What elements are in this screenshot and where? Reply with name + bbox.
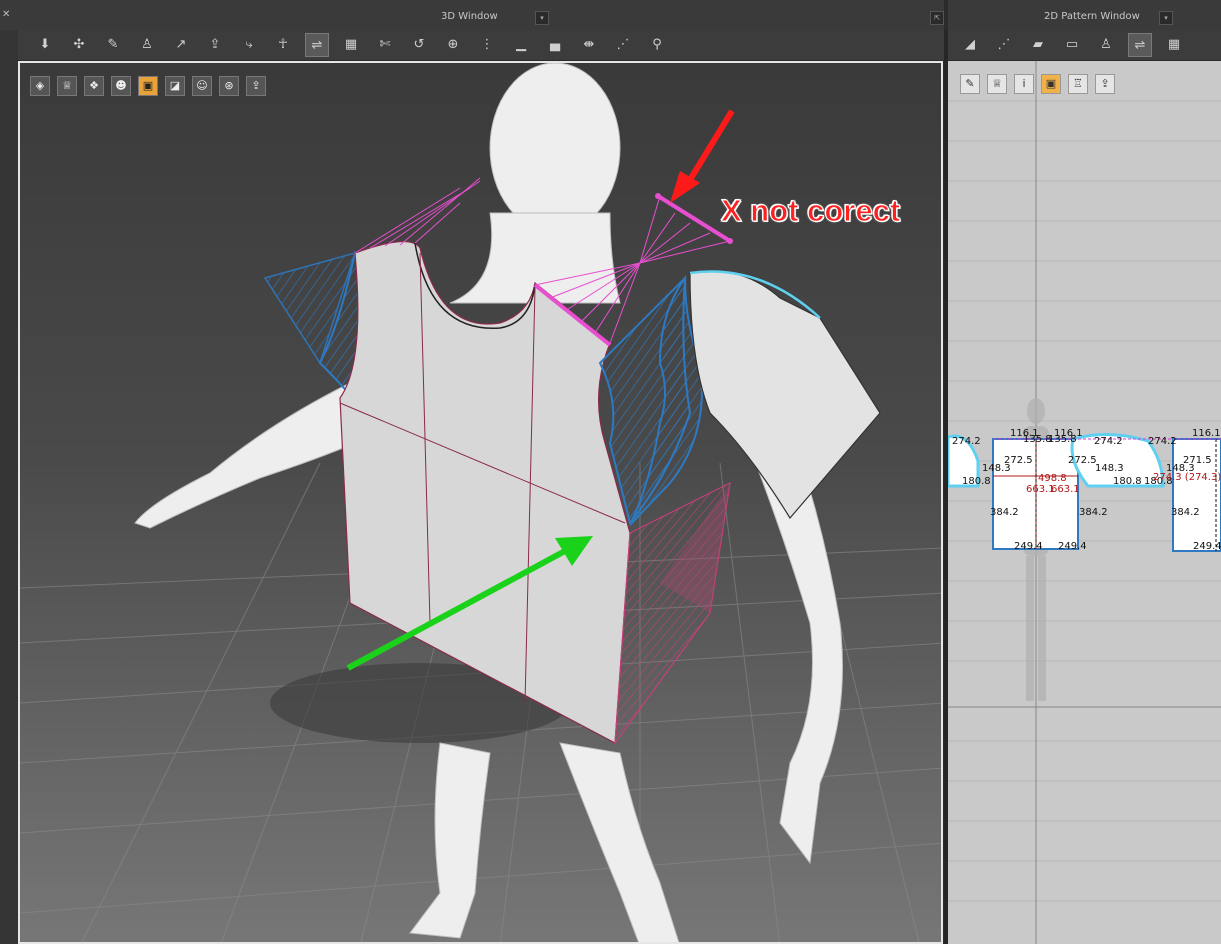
export-view-icon-2d[interactable]: ⇪ xyxy=(1095,74,1115,94)
window-title-3d: 3D Window xyxy=(441,11,498,22)
annotation-label: X not corect xyxy=(720,193,901,229)
strap-icon[interactable]: ↺ xyxy=(407,33,431,57)
pattern-measurement: 271.5 xyxy=(1183,455,1212,466)
pleat-icon[interactable]: ⋰ xyxy=(611,33,635,57)
particle-view-icon[interactable]: ❖ xyxy=(84,76,104,96)
viewport-3d[interactable]: ◈ ♕ ❖ ☻ ▣ ◪ ☺ ⊛ ⇪ X not corect xyxy=(18,61,943,944)
zipper-icon[interactable]: ⋮ xyxy=(475,33,499,57)
titlebar-3d-window: ✕ 3D Window ▾ ⇱ xyxy=(0,0,944,31)
needle-view-icon[interactable]: ✎ xyxy=(960,74,980,94)
close-icon[interactable]: ✕ xyxy=(2,9,10,20)
pin-icon[interactable]: ✎ xyxy=(101,33,125,57)
pattern-measurement: 180.8 xyxy=(962,476,991,487)
toolbar-2d: ◢ ⋰ ▰ ▭ ♙ ⇌ ▦ xyxy=(948,30,1221,60)
shirt-view-icon[interactable]: ♕ xyxy=(987,74,1007,94)
measure-icon[interactable]: ↗ xyxy=(169,33,193,57)
polygon-icon[interactable]: ▭ xyxy=(1060,33,1084,57)
pattern-measurement: 274.2 xyxy=(1148,436,1177,447)
skin-view-icon[interactable]: ☺ xyxy=(192,76,212,96)
fold-icon[interactable]: ⇪ xyxy=(203,33,227,57)
pattern-measurement: 274.2 xyxy=(952,436,981,447)
topstitch-icon[interactable]: ▁ xyxy=(509,33,533,57)
pattern-measurement: 384.2 xyxy=(1079,507,1108,518)
pattern-measurement: 274.3 (274.3) xyxy=(1153,472,1221,483)
edit-seam-icon[interactable]: ✄ xyxy=(373,33,397,57)
chevron-down-icon[interactable]: ▾ xyxy=(1159,11,1173,25)
pattern-canvas xyxy=(948,61,1221,944)
pattern-measurement: 180.8 xyxy=(1113,476,1142,487)
avatar-view-icon[interactable]: ☻ xyxy=(111,76,131,96)
pattern-measurement: 384.2 xyxy=(1171,507,1200,518)
texture-view-icon[interactable]: ◈ xyxy=(30,76,50,96)
fabric-color-view-icon[interactable]: ▣ xyxy=(1041,74,1061,94)
garment-select-icon[interactable]: ♙ xyxy=(135,33,159,57)
pose-icon[interactable]: ⚲ xyxy=(645,33,669,57)
left-side-panel xyxy=(0,30,19,944)
pattern-measurement: 148.3 xyxy=(1095,463,1124,474)
pattern-measurement: 498.8 xyxy=(1038,473,1067,484)
pattern-measurement: 249.4 xyxy=(1058,541,1087,552)
avatar-icon[interactable]: ☥ xyxy=(271,33,295,57)
lock-view-icon[interactable]: ♖ xyxy=(1068,74,1088,94)
edit-point-icon[interactable]: ⋰ xyxy=(992,33,1016,57)
pattern-measurement: 663.1 xyxy=(1051,484,1080,495)
info-view-icon[interactable]: i xyxy=(1014,74,1034,94)
segment-seam-icon[interactable]: ⇌ xyxy=(1128,33,1152,57)
pattern-measurement: 249.4 xyxy=(1014,541,1043,552)
pattern-measurement: 384.2 xyxy=(990,507,1019,518)
pattern-measurement: 274.2 xyxy=(1094,436,1123,447)
toolbar-3d: ⬇ ✣ ✎ ♙ ↗ ⇪ ⤷ ☥ ⇌ ▦ ✄ ↺ ⊕ ⋮ ▁ ▄ ⇼ ⋰ ⚲ xyxy=(18,30,944,60)
pattern-measurement: 148.3 xyxy=(982,463,1011,474)
edit-pattern-icon[interactable]: ▰ xyxy=(1026,33,1050,57)
seam-icon[interactable]: ⇌ xyxy=(305,33,329,57)
garment-view-icon[interactable]: ♕ xyxy=(57,76,77,96)
tack-icon[interactable]: ⤷ xyxy=(237,33,261,57)
pattern-measurement: 116.1 xyxy=(1192,428,1221,439)
grid-seam-icon[interactable]: ▦ xyxy=(339,33,363,57)
globe-view-icon[interactable]: ⊛ xyxy=(219,76,239,96)
pattern-measurement: 272.5 xyxy=(1068,455,1097,466)
chevron-down-icon[interactable]: ▾ xyxy=(535,11,549,25)
pattern-pieces xyxy=(948,432,1221,552)
free-seam-icon[interactable]: ▦ xyxy=(1162,33,1186,57)
arrange-icon[interactable]: ⬇ xyxy=(33,33,57,57)
undock-icon[interactable]: ⇱ xyxy=(930,11,944,25)
window-title-2d: 2D Pattern Window xyxy=(1044,11,1140,22)
pattern-window-2d[interactable]: ✎ ♕ i ▣ ♖ ⇪ 274.2 116.1 135.8 135.8 116.1 116… xyxy=(948,61,1221,944)
tuck-icon[interactable]: ⇼ xyxy=(577,33,601,57)
move-point-icon[interactable]: ✣ xyxy=(67,33,91,57)
pattern-measurement: 249.4 xyxy=(1193,541,1221,552)
button-icon[interactable]: ⊕ xyxy=(441,33,465,57)
piping-icon[interactable]: ▄ xyxy=(543,33,567,57)
transform-pattern-icon[interactable]: ◢ xyxy=(958,33,982,57)
titlebar-2d-window: 2D Pattern Window ▾ xyxy=(948,0,1221,31)
surface-view-icon[interactable]: ◪ xyxy=(165,76,185,96)
pattern-measurement: 116.1 xyxy=(1054,428,1083,439)
fabric-view-icon[interactable]: ▣ xyxy=(138,76,158,96)
avatar-pose-icon[interactable]: ♙ xyxy=(1094,33,1118,57)
export-view-icon[interactable]: ⇪ xyxy=(246,76,266,96)
